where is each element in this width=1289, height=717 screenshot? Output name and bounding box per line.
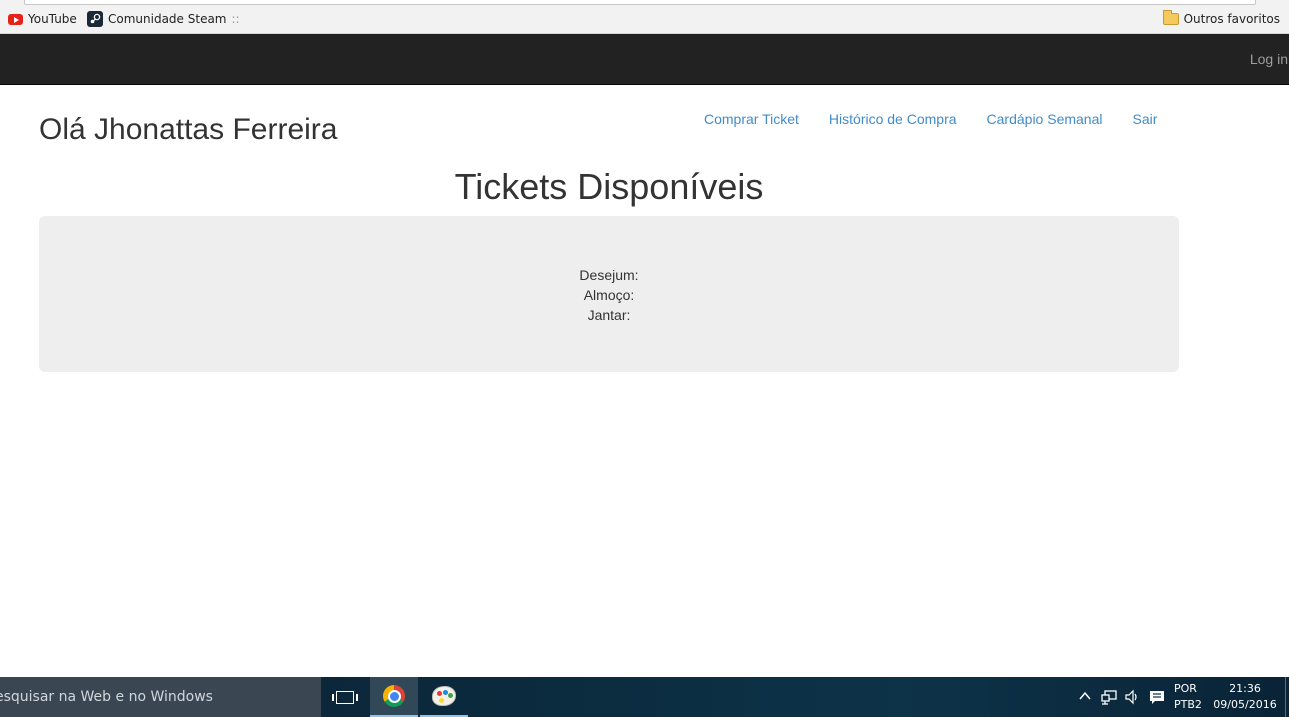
action-center-icon[interactable] (1149, 689, 1165, 705)
taskbar-clock[interactable]: 21:36 09/05/2016 (1212, 681, 1278, 713)
ticket-row-jantar: Jantar: (39, 305, 1179, 325)
nav-link-comprar-ticket[interactable]: Comprar Ticket (689, 108, 814, 130)
bookmarks-bar: YouTube Comunidade Steam :: Outros favor… (0, 0, 1289, 34)
taskbar-paint-button[interactable] (420, 677, 468, 717)
task-view-icon (332, 690, 358, 704)
login-link[interactable]: Log in (1250, 51, 1288, 67)
network-icon[interactable] (1101, 689, 1117, 705)
bookmark-label: Comunidade Steam (108, 12, 227, 26)
ticket-label: Desejum: (579, 267, 639, 283)
search-placeholder: esquisar na Web e no Windows (0, 689, 213, 705)
youtube-icon (8, 13, 23, 25)
nav-link-historico-de-compra[interactable]: Histórico de Compra (814, 108, 972, 130)
paint-icon (432, 686, 456, 706)
tickets-panel: Desejum: Almoço: Jantar: (39, 216, 1179, 372)
keyboard-layout: PTB2 (1174, 698, 1202, 711)
address-bar-edge[interactable] (24, 0, 1256, 5)
nav-item-comprar-ticket: Comprar Ticket (689, 108, 814, 130)
other-bookmarks-label: Outros favoritos (1183, 12, 1280, 26)
bookmark-label: YouTube (28, 12, 77, 26)
folder-icon (1162, 10, 1179, 25)
steam-icon (87, 11, 103, 27)
other-bookmarks-folder[interactable]: Outros favoritos (1162, 10, 1280, 27)
main-nav: Comprar Ticket Histórico de Compra Cardá… (689, 108, 1172, 130)
ticket-row-almoco: Almoço: (39, 285, 1179, 305)
user-greeting: Olá Jhonattas Ferreira (39, 113, 338, 146)
task-view-button[interactable] (321, 677, 369, 717)
nav-link-sair[interactable]: Sair (1118, 108, 1173, 130)
bookmark-steam[interactable]: Comunidade Steam :: (87, 11, 240, 27)
page-title: Tickets Disponíveis (454, 166, 764, 207)
bookmark-suffix: :: (231, 12, 240, 26)
ticket-label: Jantar: (587, 307, 631, 323)
ticket-label: Almoço: (583, 287, 635, 303)
volume-icon[interactable] (1124, 689, 1140, 705)
ticket-row-desejum: Desejum: (39, 265, 1179, 285)
ticket-list: Desejum: Almoço: Jantar: (39, 265, 1179, 325)
clock-time: 21:36 (1229, 682, 1261, 695)
nav-item-historico: Histórico de Compra (814, 108, 972, 130)
taskbar-chrome-button[interactable] (370, 677, 418, 717)
language-code: POR (1174, 682, 1197, 695)
chrome-icon (383, 685, 405, 707)
nav-link-cardapio-semanal[interactable]: Cardápio Semanal (972, 108, 1118, 130)
show-desktop-button[interactable] (1285, 677, 1289, 717)
input-language-indicator[interactable]: POR PTB2 (1174, 681, 1202, 713)
nav-item-cardapio: Cardápio Semanal (972, 108, 1118, 130)
windows-taskbar: esquisar na Web e no Windows POR PTB2 21… (0, 677, 1289, 717)
site-navbar: Log in (0, 34, 1289, 85)
chevron-up-icon[interactable] (1077, 689, 1093, 705)
nav-item-sair: Sair (1118, 108, 1173, 130)
taskbar-search-box[interactable]: esquisar na Web e no Windows (0, 677, 321, 717)
clock-date: 09/05/2016 (1213, 698, 1277, 711)
bookmark-youtube[interactable]: YouTube (8, 11, 77, 27)
